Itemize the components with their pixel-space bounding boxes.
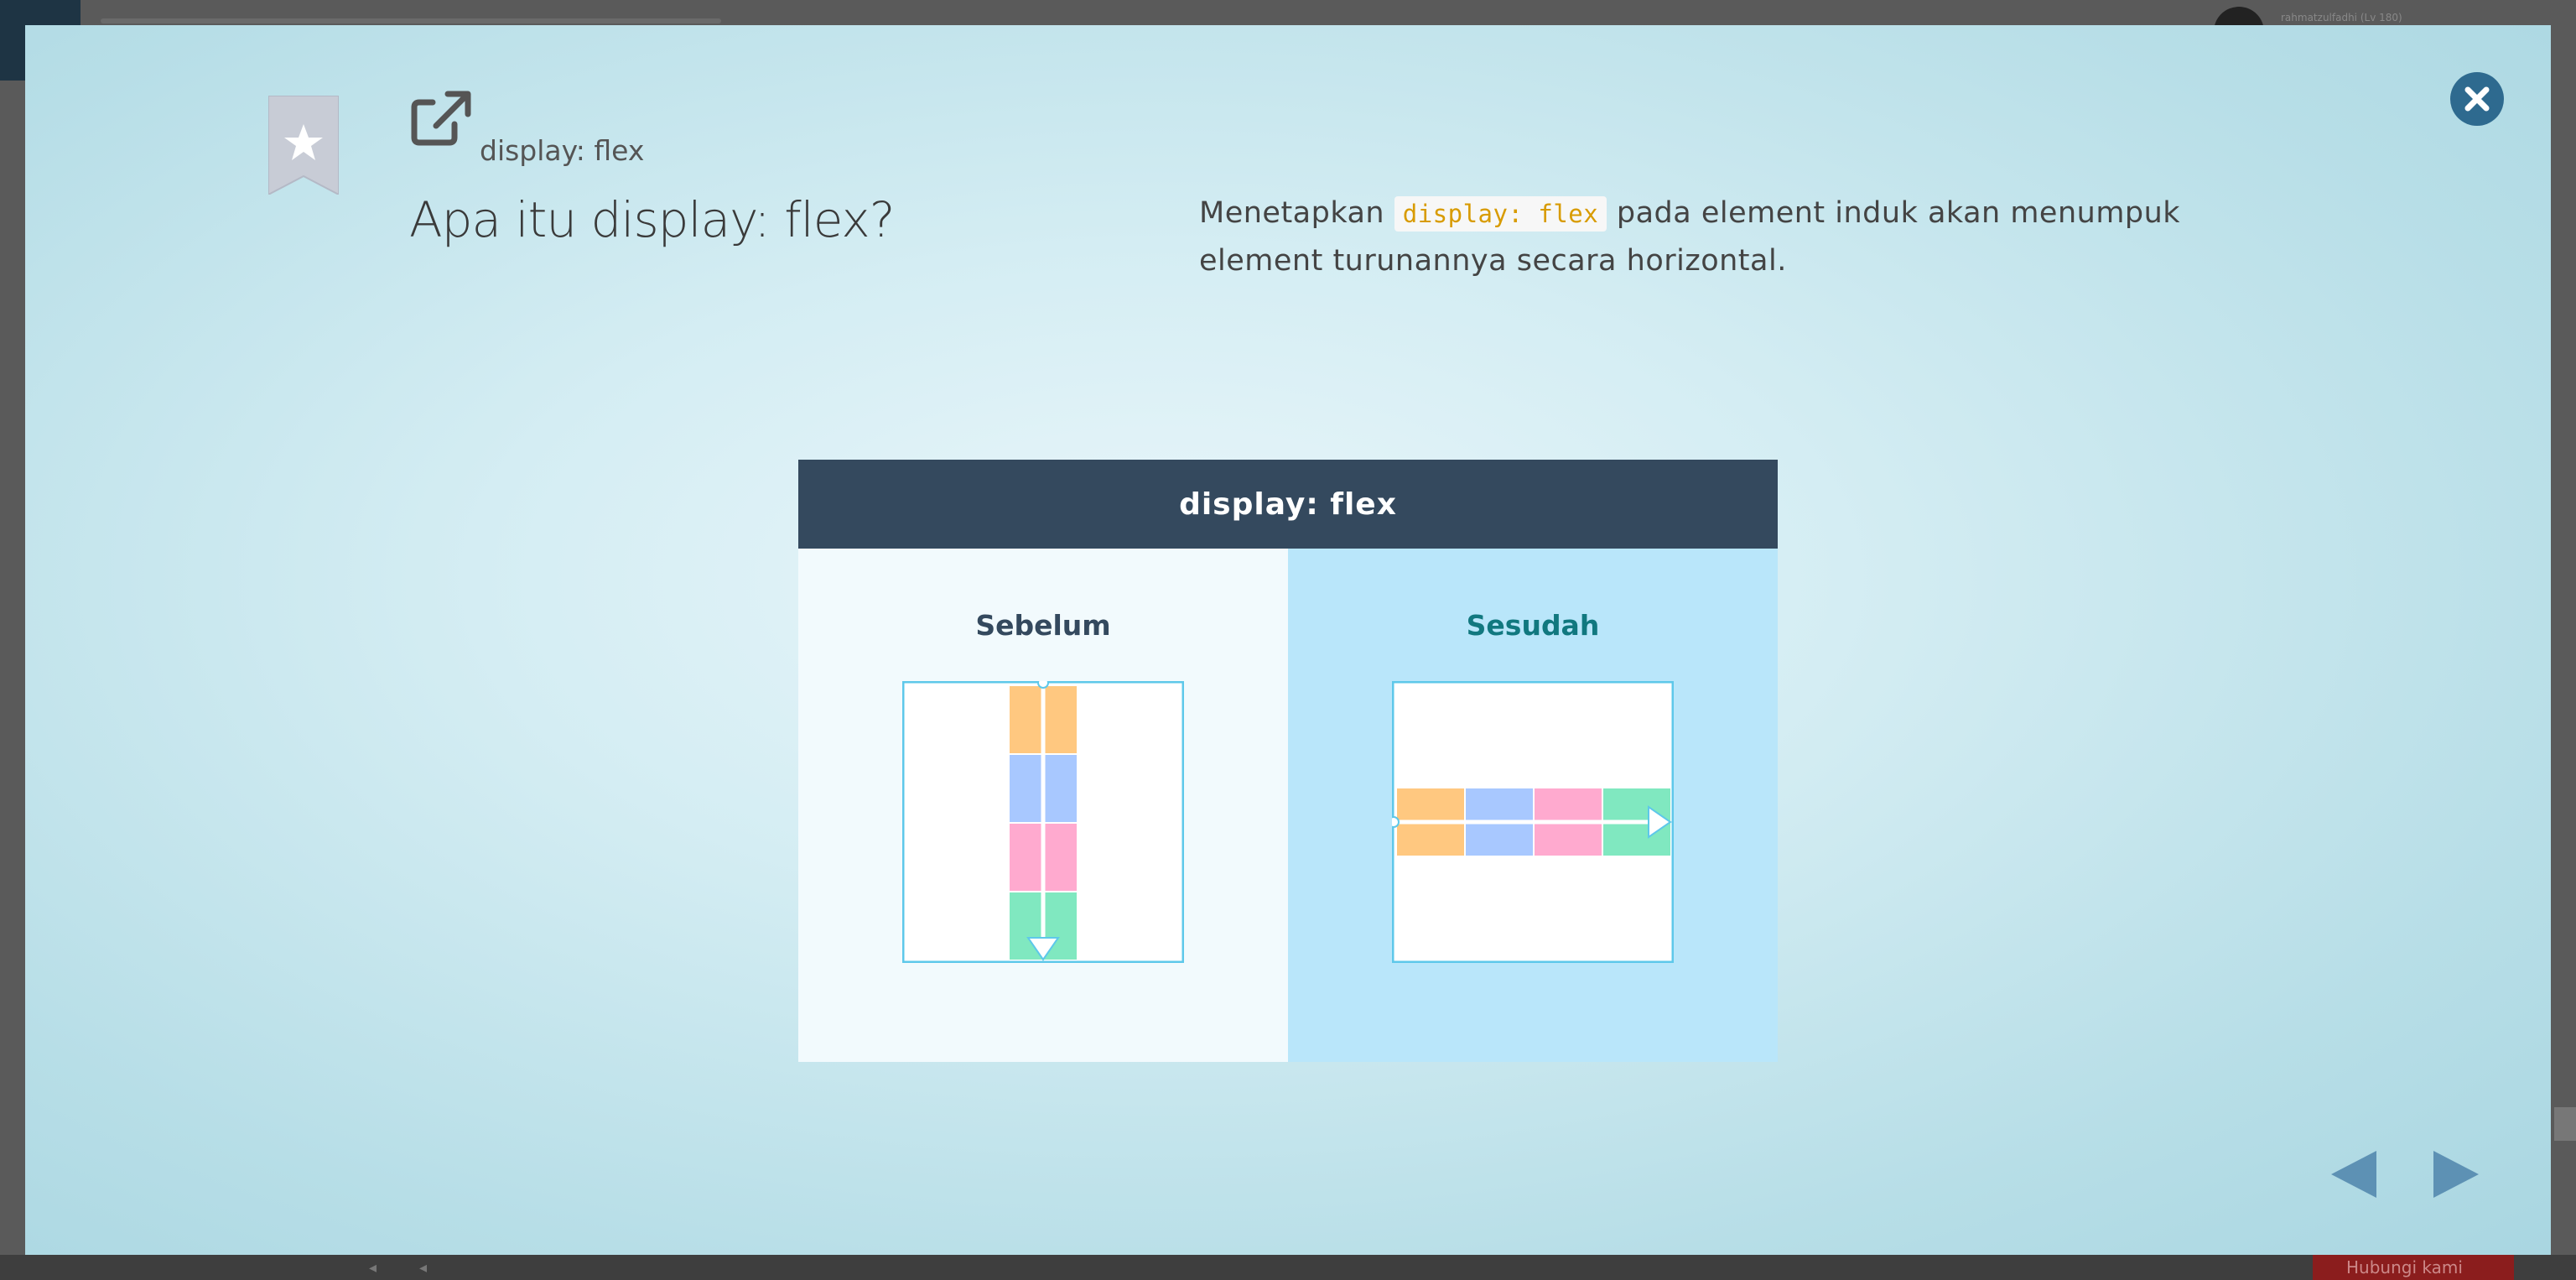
prev-arrow-icon[interactable] <box>2323 1141 2381 1208</box>
before-diagram <box>902 681 1184 963</box>
close-icon <box>2464 86 2490 112</box>
close-button[interactable] <box>2450 72 2504 126</box>
scroll-left-icon: ◂ <box>369 1259 377 1277</box>
panel-after: Sesudah <box>1288 549 1778 1062</box>
background-user-label: rahmatzulfadhi (Lv 180) <box>2281 12 2402 23</box>
lesson-modal: display: flex Apa itu display: flex? Men… <box>25 25 2551 1255</box>
flex-illustration: display: flex Sebelum Sesudah <box>798 460 1778 1062</box>
code-chip: display: flex <box>1394 196 1607 232</box>
breadcrumb: display: flex <box>480 134 645 167</box>
help-button: Hubungi kami <box>2313 1255 2514 1280</box>
background-scrollbar <box>2554 1107 2576 1141</box>
after-diagram <box>1392 681 1674 963</box>
illustration-header: display: flex <box>798 460 1778 549</box>
scroll-right-icon: ◂ <box>419 1259 428 1277</box>
description: Menetapkan display: flex pada element in… <box>1199 190 2289 284</box>
next-arrow-icon[interactable] <box>2428 1141 2487 1208</box>
external-link-icon[interactable] <box>411 91 471 146</box>
panel-before: Sebelum <box>798 549 1288 1062</box>
before-label: Sebelum <box>975 609 1111 642</box>
background-progress-bar <box>101 18 721 23</box>
background-bottom-bar: ◂ ◂ <box>0 1255 2576 1280</box>
description-text-start: Menetapkan <box>1199 196 1394 230</box>
page-title: Apa itu display: flex? <box>409 191 896 248</box>
after-label: Sesudah <box>1466 609 1600 642</box>
bookmark-star-icon[interactable] <box>268 96 339 195</box>
